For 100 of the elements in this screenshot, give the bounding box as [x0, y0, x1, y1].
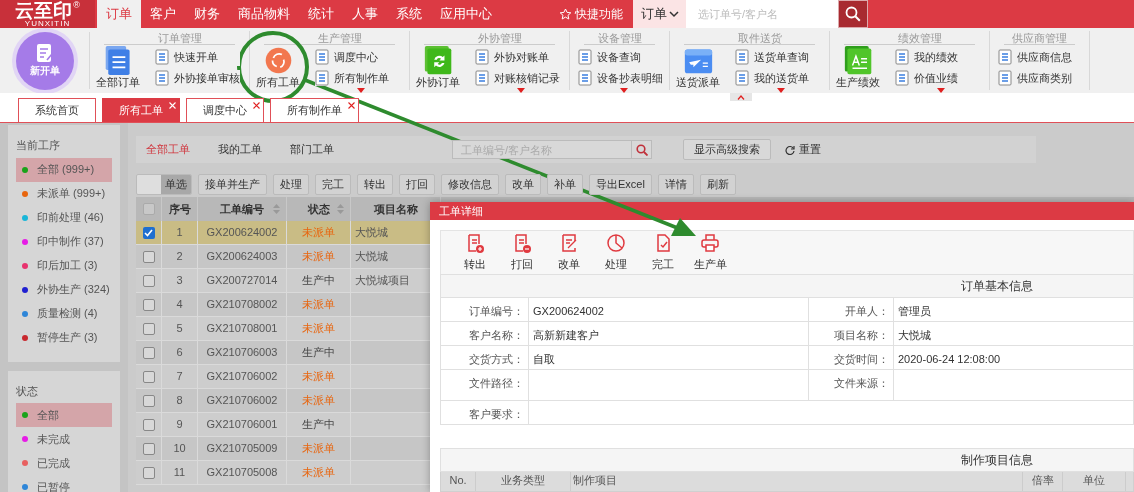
- ribbon-button[interactable]: 外协订单: [416, 46, 460, 89]
- select-all-checkbox[interactable]: [142, 203, 155, 215]
- ribbon-button[interactable]: 生产绩效: [836, 46, 880, 89]
- action-button[interactable]: 改单: [555, 232, 583, 273]
- close-icon[interactable]: [253, 102, 260, 109]
- ribbon-link[interactable]: 价值业绩: [895, 69, 958, 86]
- ribbon-link[interactable]: 送货单查询: [735, 49, 809, 66]
- row-checkbox[interactable]: [142, 466, 155, 479]
- toolbar-button[interactable]: 打回: [399, 173, 435, 195]
- action-button[interactable]: 完工: [649, 232, 677, 273]
- table-cell-text: GX210708002: [206, 297, 278, 313]
- ribbon-link[interactable]: 我的绩效: [895, 49, 958, 66]
- ribbon-link[interactable]: 设备抄表明细: [578, 69, 663, 86]
- nav-tab[interactable]: 商品物料: [229, 0, 299, 28]
- page-tab[interactable]: 所有工单: [102, 98, 180, 122]
- ribbon-link[interactable]: 所有制作单: [315, 69, 389, 86]
- filter-tab[interactable]: 我的工单: [218, 141, 262, 158]
- toolbar-button[interactable]: 补单: [547, 173, 583, 195]
- search-field[interactable]: 选订单号/客户名: [686, 0, 838, 28]
- field-label: 文件来源：: [834, 376, 889, 391]
- document-icon: [578, 49, 592, 66]
- filter-item[interactable]: 印后加工 (3): [16, 253, 112, 278]
- collapse-button[interactable]: [730, 93, 752, 101]
- table-cell-text: GX210708001: [206, 321, 278, 337]
- toolbar-button[interactable]: 导出Excel: [589, 173, 652, 195]
- ribbon-button[interactable]: 全部订单: [96, 46, 140, 89]
- nav-tab[interactable]: 系统: [387, 0, 431, 28]
- close-icon[interactable]: [348, 102, 355, 109]
- row-checkbox[interactable]: [142, 322, 155, 335]
- filter-item[interactable]: 全部 (999+): [16, 157, 112, 182]
- filter-item[interactable]: 质量检测 (4): [16, 301, 112, 326]
- filter-item[interactable]: 印前处理 (46): [16, 205, 112, 230]
- row-checkbox[interactable]: [142, 442, 155, 455]
- filter-item[interactable]: 外协生产 (324): [16, 277, 112, 302]
- advanced-search-button[interactable]: 显示高级搜索: [683, 139, 771, 160]
- row-checkbox[interactable]: [142, 274, 155, 287]
- quick-functions-button[interactable]: 快捷功能: [559, 0, 633, 28]
- table-cell-text: GX210706002: [206, 393, 278, 409]
- group-title: 外协管理: [424, 31, 555, 45]
- toolbar-button[interactable]: 完工: [315, 173, 351, 195]
- table-cell-text: 9: [176, 417, 183, 433]
- row-checkbox[interactable]: [142, 346, 155, 359]
- page-tab[interactable]: 调度中心: [186, 98, 264, 122]
- filter-item[interactable]: 未完成: [16, 427, 112, 451]
- ribbon-link[interactable]: 我的送货单: [735, 69, 809, 86]
- action-button[interactable]: 打回: [508, 232, 536, 273]
- nav-tab[interactable]: 客户: [141, 0, 185, 28]
- ribbon-link[interactable]: 外协接单审核: [155, 69, 240, 86]
- filter-item[interactable]: 已完成: [16, 451, 112, 475]
- action-button[interactable]: 转出: [461, 232, 489, 273]
- search-scope-dropdown[interactable]: 订单: [633, 0, 686, 28]
- nav-tab[interactable]: 统计: [299, 0, 343, 28]
- stack-document-icon: [103, 46, 133, 75]
- sort-icon[interactable]: [273, 204, 280, 214]
- row-checkbox[interactable]: [142, 418, 155, 431]
- nav-tab[interactable]: 财务: [185, 0, 229, 28]
- ribbon-link[interactable]: 供应商类别: [998, 69, 1072, 86]
- field-label: 交货时间：: [834, 352, 889, 367]
- row-checkbox[interactable]: [142, 226, 155, 239]
- select-mode-toggle[interactable]: 单选: [136, 173, 192, 195]
- field-label: 开单人：: [845, 304, 889, 319]
- toolbar-button[interactable]: 改单: [505, 173, 541, 195]
- toolbar-button[interactable]: 转出: [357, 173, 393, 195]
- filter-tab[interactable]: 部门工单: [290, 141, 334, 158]
- row-checkbox[interactable]: [142, 370, 155, 383]
- toolbar-button[interactable]: 详情: [657, 173, 694, 195]
- nav-tab[interactable]: 应用中心: [431, 0, 501, 28]
- action-button[interactable]: 处理: [602, 232, 630, 273]
- page-tab[interactable]: 所有制作单: [270, 98, 359, 122]
- sort-icon[interactable]: [337, 204, 344, 214]
- ribbon-button[interactable]: 所有工单: [256, 46, 300, 89]
- row-checkbox[interactable]: [142, 394, 155, 407]
- ribbon-link[interactable]: 对账核销记录: [475, 69, 560, 86]
- cycle-icon: [263, 46, 293, 75]
- ribbon-link[interactable]: 供应商信息: [998, 49, 1072, 66]
- filter-item[interactable]: 全部: [16, 403, 112, 427]
- nav-tab[interactable]: 订单: [97, 0, 141, 28]
- table-cell-text: 8: [176, 393, 183, 409]
- toolbar-button[interactable]: 处理: [273, 173, 309, 195]
- dialog-title: 工单详细: [439, 203, 483, 219]
- table-cell-text: 未派单: [302, 465, 335, 481]
- table-cell-text: 未派单: [302, 369, 335, 385]
- toolbar-button[interactable]: 接单并生产: [198, 173, 267, 195]
- nav-tab[interactable]: 人事: [343, 0, 387, 28]
- ribbon-link[interactable]: 快速开单: [155, 49, 240, 66]
- row-checkbox[interactable]: [142, 298, 155, 311]
- search-button[interactable]: [632, 140, 652, 159]
- filter-item[interactable]: 印中制作 (37): [16, 229, 112, 254]
- ribbon-button[interactable]: 送货派单: [676, 46, 720, 89]
- toolbar-button[interactable]: 刷新: [699, 173, 736, 195]
- filter-item[interactable]: 已暂停: [16, 475, 112, 492]
- filter-item[interactable]: 暂停生产 (3): [16, 325, 112, 350]
- field-value: 2020-06-24 12:08:00: [898, 353, 1001, 365]
- table-cell-text: 1: [176, 225, 183, 241]
- column-header: 倍率: [1031, 475, 1054, 488]
- row-checkbox[interactable]: [142, 250, 155, 263]
- reset-button[interactable]: 重置: [785, 141, 821, 158]
- toolbar-button[interactable]: 修改信息: [441, 173, 499, 195]
- page-tab[interactable]: 系统首页: [18, 98, 96, 122]
- filter-item[interactable]: 未派单 (999+): [16, 181, 112, 206]
